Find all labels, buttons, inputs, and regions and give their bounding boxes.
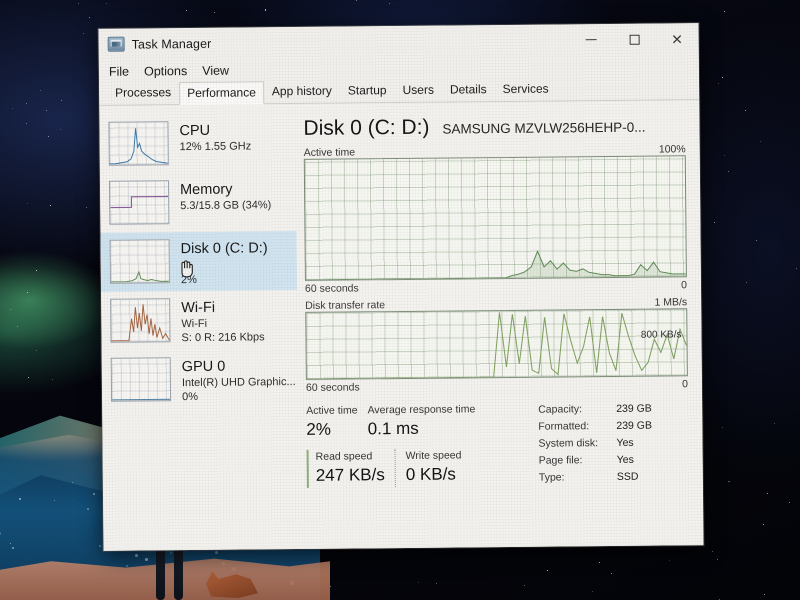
sidebar-sub-disk-0: 2% (180, 273, 197, 287)
menu-item-view[interactable]: View (202, 63, 229, 77)
disk-stats-left: Active time 2% Average response time 0.1… (306, 402, 539, 489)
stat-read-speed: Read speed 247 KB/s (316, 449, 395, 488)
sidebar-sub-memory: 5.3/15.8 GB (34%) (180, 199, 272, 213)
gpu-mini-graph (110, 357, 172, 402)
sidebar-item-cpu[interactable]: CPU 12% 1.55 GHz (99, 113, 296, 174)
disk-model-label: SAMSUNG MZVLW256HEHP-0... (442, 119, 646, 137)
disk-property-key: System disk: (538, 437, 599, 450)
sidebar-sub-wifi-rate: S: 0 R: 216 Kbps (181, 331, 265, 345)
stat-active-time-label: Active time (306, 404, 358, 417)
stat-active-time: Active time 2% (306, 403, 368, 442)
stat-avg-response-label: Average response time (367, 403, 476, 417)
maximize-button[interactable] (612, 24, 655, 55)
disk-property-row: Type: SSD (539, 469, 653, 487)
stat-write-speed-label: Write speed (405, 449, 462, 462)
task-manager-icon (107, 36, 125, 52)
disk-statistics: Active time 2% Average response time 0.1… (306, 400, 689, 489)
disk-property-key: Type: (538, 471, 565, 484)
transfer-peak-label: 800 KB/s (640, 329, 682, 341)
title-bar: Task Manager ✕ (98, 23, 699, 60)
sidebar-label-wifi: Wi-Fi (181, 299, 216, 317)
sidebar-item-disk-0[interactable]: Disk 0 (C: D:) 2% (100, 231, 298, 292)
stat-write-speed: Write speed 0 KB/s (394, 448, 472, 488)
sidebar-sub-gpu-usage: 0% (181, 390, 199, 404)
resource-sidebar: CPU 12% 1.55 GHz Memory 5.3/15.8 GB (34%… (99, 104, 299, 549)
active-time-x-label: 60 seconds (304, 282, 359, 295)
transfer-rate-caption: Disk transfer rate (305, 299, 386, 312)
task-manager-window: Task Manager ✕ File Options View Process… (98, 23, 704, 551)
close-button[interactable]: ✕ (655, 23, 698, 54)
cpu-mini-graph (108, 121, 169, 166)
close-icon: ✕ (671, 30, 684, 47)
sidebar-sub-wifi-name: Wi-Fi (181, 317, 208, 331)
performance-detail-panel: Disk 0 (C: D:) SAMSUNG MZVLW256HEHP-0...… (295, 100, 703, 547)
transfer-rate-axis: 60 seconds 0 (306, 378, 688, 394)
tab-startup[interactable]: Startup (340, 79, 395, 103)
tab-users[interactable]: Users (394, 79, 442, 102)
stat-write-speed-value: 0 KB/s (405, 464, 456, 484)
transfer-rate-graph: 800 KB/s (305, 308, 688, 380)
sidebar-item-memory[interactable]: Memory 5.3/15.8 GB (34%) (100, 172, 297, 233)
window-title: Task Manager (131, 36, 212, 52)
tab-performance[interactable]: Performance (179, 81, 264, 106)
disk-property-value: 239 GB (616, 402, 652, 415)
disk-property-key: Capacity: (538, 403, 583, 416)
tab-app-history[interactable]: App history (264, 80, 340, 104)
tab-processes[interactable]: Processes (107, 81, 179, 105)
stat-read-speed-value: 247 KB/s (315, 465, 385, 485)
active-time-min: 0 (681, 279, 688, 292)
disk-property-value: Yes (616, 453, 634, 466)
menu-item-file[interactable]: File (109, 64, 129, 78)
window-controls: ✕ (569, 23, 698, 55)
stat-active-time-value: 2% (306, 419, 332, 439)
transfer-rate-min: 0 (682, 378, 689, 391)
active-time-graph (303, 155, 687, 281)
memory-mini-graph (108, 180, 170, 225)
sidebar-label-disk-0: Disk 0 (C: D:) (180, 240, 268, 258)
sidebar-label-memory: Memory (179, 181, 233, 199)
tab-details[interactable]: Details (442, 78, 495, 102)
sidebar-item-gpu-0[interactable]: GPU 0 Intel(R) UHD Graphic... 0% (102, 349, 299, 410)
minimize-button[interactable] (569, 24, 612, 55)
disk-property-value: 239 GB (616, 419, 653, 432)
sidebar-item-wifi[interactable]: Wi-Fi Wi-Fi S: 0 R: 216 Kbps (101, 290, 298, 351)
transfer-rate-x-label: 60 seconds (305, 381, 360, 394)
disk-property-row: Formatted: 239 GB (538, 418, 652, 436)
page-title: Disk 0 (C: D:) (303, 115, 430, 140)
stat-avg-response-value: 0.1 ms (367, 418, 419, 439)
menu-item-options[interactable]: Options (144, 64, 187, 78)
disk-properties: Capacity: 239 GB Formatted: 239 GB System di… (538, 401, 652, 487)
transfer-rate-max: 1 MB/s (654, 296, 688, 309)
disk-property-key: Formatted: (538, 420, 590, 433)
tab-services[interactable]: Services (494, 77, 556, 101)
disk-property-value: SSD (616, 470, 639, 483)
active-time-caption: Active time (303, 146, 356, 159)
disk-property-row: Page file: Yes (539, 452, 653, 470)
sidebar-label-gpu-0: GPU 0 (181, 358, 226, 376)
stat-read-speed-label: Read speed (315, 450, 373, 463)
disk-property-key: Page file: (538, 454, 583, 467)
disk-property-row: System disk: Yes (538, 435, 652, 453)
disk-property-row: Capacity: 239 GB (538, 401, 652, 419)
stat-avg-response: Average response time 0.1 ms (367, 402, 485, 441)
window-body: CPU 12% 1.55 GHz Memory 5.3/15.8 GB (34%… (99, 100, 704, 549)
sidebar-label-cpu: CPU (179, 122, 211, 140)
active-time-max: 100% (658, 143, 686, 156)
wifi-mini-graph (110, 298, 171, 343)
sidebar-sub-cpu: 12% 1.55 GHz (179, 140, 252, 154)
disk-header: Disk 0 (C: D:) SAMSUNG MZVLW256HEHP-0... (303, 112, 685, 142)
active-time-axis: 60 seconds 0 (305, 279, 687, 295)
sidebar-sub-gpu-model: Intel(R) UHD Graphic... (181, 376, 296, 390)
disk-speed-stats: Read speed 247 KB/s Write speed 0 KB/s (306, 447, 539, 488)
disk-property-value: Yes (616, 436, 634, 449)
disk-mini-graph (109, 239, 170, 284)
